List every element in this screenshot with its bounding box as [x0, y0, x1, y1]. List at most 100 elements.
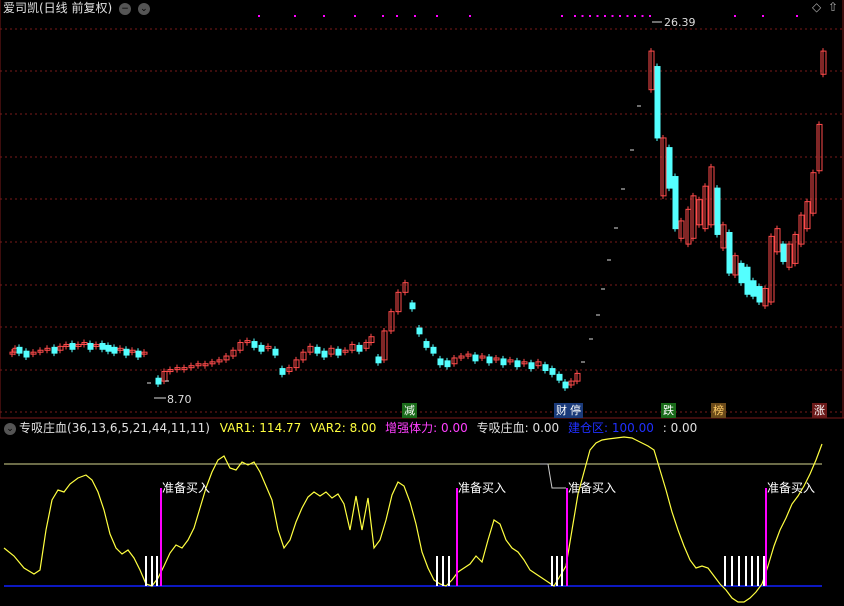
candle-body — [780, 243, 787, 262]
candle-body — [123, 348, 130, 356]
minus-icon[interactable]: − — [119, 2, 132, 15]
candle-body — [321, 350, 328, 358]
candle-body — [726, 232, 733, 274]
candle-body — [105, 344, 112, 352]
top-dot — [649, 15, 651, 17]
up-arrow-icon[interactable]: ⇧ — [828, 0, 838, 14]
var2-step-line — [540, 463, 566, 489]
candle-body — [16, 346, 23, 354]
top-dot — [354, 15, 356, 17]
candle-body — [556, 373, 563, 381]
top-dot — [619, 15, 621, 17]
candle-body — [135, 350, 142, 358]
candle-body — [514, 360, 521, 368]
candle-body — [356, 344, 363, 352]
top-dot — [382, 15, 384, 17]
candle-body — [258, 344, 265, 352]
candle-body — [69, 342, 76, 350]
event-tag-ting[interactable]: 停 — [568, 403, 583, 418]
indicator-panel — [3, 436, 823, 603]
top-dot — [596, 15, 599, 17]
candle-body — [314, 346, 321, 354]
candle-body — [500, 358, 507, 366]
candle-body — [375, 356, 382, 364]
top-dot — [626, 15, 629, 17]
candle-body — [666, 147, 673, 189]
var1-line — [3, 436, 823, 603]
build-zone-readout: 建仓区: 100.00 — [568, 421, 654, 435]
candle-body — [416, 327, 423, 335]
candle-body — [750, 280, 757, 297]
candle-body — [409, 302, 416, 310]
price-annotations — [154, 21, 662, 399]
candle-body — [472, 354, 479, 362]
top-dot — [604, 15, 606, 17]
top-dot — [469, 15, 471, 17]
low-price-label: 8.70 — [167, 393, 192, 406]
candle-body — [528, 362, 535, 370]
candle-body — [756, 286, 763, 303]
indicator-header: ⌄ 专吸庄血(36,13,6,5,21,44,11,11) VAR1: 114.7… — [4, 421, 697, 435]
high-price-label: 26.39 — [664, 16, 696, 29]
candle-body — [430, 346, 437, 354]
candle-body — [251, 341, 258, 348]
candle-body — [549, 368, 556, 375]
strength-readout: 增强体力: 0.00 — [385, 421, 468, 435]
chevron-down-icon[interactable]: ⌄ — [4, 422, 16, 435]
event-tag-zhang[interactable]: 涨 — [812, 403, 827, 418]
top-dot — [323, 15, 325, 17]
top-dot — [258, 15, 260, 17]
top-dot — [561, 15, 563, 17]
var2-readout: VAR2: 8.00 — [310, 421, 377, 435]
extra-readout: : 0.00 — [662, 421, 698, 435]
chart-canvas — [0, 0, 844, 603]
indicator-name[interactable]: 专吸庄血 — [19, 421, 67, 435]
candle-body — [99, 342, 106, 350]
top-dot — [589, 15, 591, 17]
candle-body — [87, 342, 94, 350]
top-dot — [436, 15, 438, 17]
top-dot — [581, 15, 584, 17]
candle-body — [714, 187, 721, 235]
candle-body — [437, 358, 444, 366]
candle-body — [423, 341, 430, 348]
event-tag-jian[interactable]: 减 — [402, 403, 417, 418]
candle-body — [111, 346, 118, 354]
top-dot — [762, 15, 764, 17]
candle-body — [279, 368, 286, 375]
top-dot — [634, 15, 636, 17]
candle-body — [51, 346, 58, 354]
top-marker-dots — [258, 15, 798, 17]
top-dot — [574, 15, 576, 17]
top-dot — [734, 15, 736, 17]
suck-blood-readout: 专吸庄血: 0.00 — [476, 421, 560, 435]
stock-name: 爱司凯(日线 前复权) — [3, 1, 113, 15]
top-dot — [796, 15, 798, 17]
candle-body — [738, 262, 745, 284]
buy-signal-label: 准备买入 — [162, 481, 211, 495]
candle-body — [672, 176, 679, 230]
top-dot — [414, 15, 416, 17]
top-dot — [396, 15, 398, 17]
chevron-down-icon[interactable]: ⌄ — [137, 2, 150, 15]
candle-body — [486, 356, 493, 364]
candle-body — [542, 364, 549, 372]
top-dot — [294, 15, 296, 17]
indicator-params: (36,13,6,5,21,44,11,11) — [67, 421, 210, 435]
event-tag-cai[interactable]: 财 — [554, 403, 569, 418]
limit-up-ticks — [147, 105, 641, 384]
var1-readout: VAR1: 114.77 — [219, 421, 302, 435]
event-tag-bang[interactable]: 榜 — [711, 403, 726, 418]
buy-signal-label: 准备买入 — [767, 481, 816, 495]
candle-body — [335, 348, 342, 356]
candlestick-series — [9, 48, 827, 391]
candle-body — [23, 350, 30, 358]
candle-body — [654, 66, 661, 139]
candle-body — [562, 381, 569, 389]
event-tag-die[interactable]: 跌 — [661, 403, 676, 418]
candle-body — [155, 377, 162, 385]
diamond-icon[interactable]: ◇ — [812, 0, 821, 14]
candle-body — [744, 266, 751, 295]
buy-signal-label: 准备买入 — [568, 481, 617, 495]
candle-body — [272, 348, 279, 356]
